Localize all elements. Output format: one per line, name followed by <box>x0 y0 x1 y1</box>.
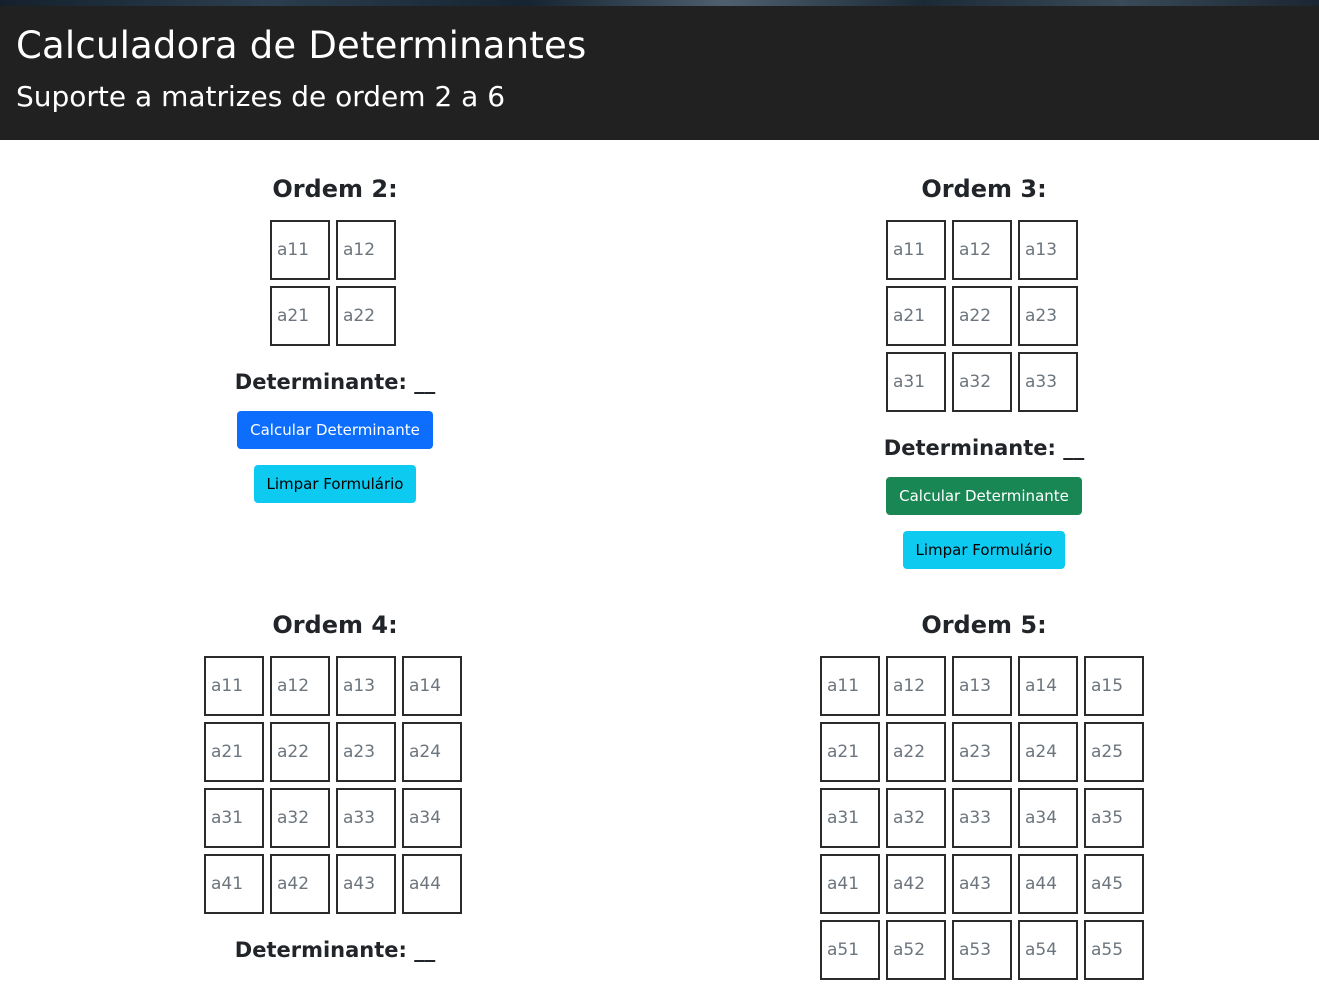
matrix-cell-input[interactable] <box>270 220 330 280</box>
order-2-panel: Ordem 2: Determinante: __ Calcular Deter… <box>5 172 665 503</box>
matrix-cell-input[interactable] <box>270 722 330 782</box>
matrix-cell-input[interactable] <box>1018 854 1078 914</box>
matrix-cell-input[interactable] <box>886 920 946 980</box>
order-3-panel: Ordem 3: Determinante: __ Calcular Deter… <box>654 172 1314 569</box>
matrix-cell-input[interactable] <box>1018 220 1078 280</box>
order-4-title: Ordem 4: <box>272 611 398 639</box>
matrix-cell-input[interactable] <box>402 788 462 848</box>
matrix-cell-input[interactable] <box>886 722 946 782</box>
matrix-cell-input[interactable] <box>402 854 462 914</box>
matrix-cell-input[interactable] <box>886 656 946 716</box>
order-5-title: Ordem 5: <box>921 611 1047 639</box>
matrix-cell-input[interactable] <box>204 788 264 848</box>
matrix-cell-input[interactable] <box>336 286 396 346</box>
matrix-cell-input[interactable] <box>820 722 880 782</box>
order-2-title: Ordem 2: <box>272 175 398 203</box>
order-3-determinant: Determinante: __ <box>883 436 1085 460</box>
matrix-cell-input[interactable] <box>402 656 462 716</box>
matrix-cell-input[interactable] <box>886 788 946 848</box>
matrix-cell-input[interactable] <box>952 286 1012 346</box>
matrix-cell-input[interactable] <box>336 722 396 782</box>
matrix-cell-input[interactable] <box>886 286 946 346</box>
matrix-cell-input[interactable] <box>1018 286 1078 346</box>
matrix-cell-input[interactable] <box>270 788 330 848</box>
order-3-clear-button[interactable]: Limpar Formulário <box>902 531 1066 569</box>
matrix-cell-input[interactable] <box>952 722 1012 782</box>
matrix-cell-input[interactable] <box>952 656 1012 716</box>
matrix-cell-input[interactable] <box>336 656 396 716</box>
matrix-cell-input[interactable] <box>336 788 396 848</box>
matrix-cell-input[interactable] <box>270 656 330 716</box>
matrix-cell-input[interactable] <box>1084 722 1144 782</box>
order-5-panel: Ordem 5: <box>654 608 1314 984</box>
matrix-cell-input[interactable] <box>270 286 330 346</box>
matrix-cell-input[interactable] <box>1018 788 1078 848</box>
matrix-cell-input[interactable] <box>952 854 1012 914</box>
matrix-cell-input[interactable] <box>204 656 264 716</box>
header-background-image <box>0 0 1319 6</box>
matrix-cell-input[interactable] <box>886 220 946 280</box>
order-3-calculate-button[interactable]: Calcular Determinante <box>886 477 1082 515</box>
order-4-matrix <box>204 656 466 918</box>
matrix-cell-input[interactable] <box>204 854 264 914</box>
order-4-panel: Ordem 4: Determinante: __ <box>5 608 665 964</box>
matrix-cell-input[interactable] <box>820 656 880 716</box>
order-4-determinant: Determinante: __ <box>234 938 436 962</box>
matrix-cell-input[interactable] <box>1018 352 1078 412</box>
matrix-cell-input[interactable] <box>336 854 396 914</box>
matrix-cell-input[interactable] <box>952 352 1012 412</box>
matrix-cell-input[interactable] <box>336 220 396 280</box>
matrix-cell-input[interactable] <box>1084 788 1144 848</box>
matrix-cell-input[interactable] <box>820 788 880 848</box>
matrix-cell-input[interactable] <box>270 854 330 914</box>
order-5-matrix <box>820 656 1148 984</box>
matrix-cell-input[interactable] <box>1084 854 1144 914</box>
matrix-cell-input[interactable] <box>1084 920 1144 980</box>
matrix-cell-input[interactable] <box>204 722 264 782</box>
matrix-cell-input[interactable] <box>952 788 1012 848</box>
matrix-cell-input[interactable] <box>1018 656 1078 716</box>
order-2-clear-button[interactable]: Limpar Formulário <box>253 465 417 503</box>
matrix-cell-input[interactable] <box>820 920 880 980</box>
matrix-cell-input[interactable] <box>1018 920 1078 980</box>
page-header: Calculadora de Determinantes Suporte a m… <box>0 0 1319 140</box>
matrix-cell-input[interactable] <box>952 920 1012 980</box>
order-3-title: Ordem 3: <box>921 175 1047 203</box>
order-3-matrix <box>886 220 1082 416</box>
matrix-cell-input[interactable] <box>1084 656 1144 716</box>
page-title: Calculadora de Determinantes <box>16 24 587 67</box>
matrix-cell-input[interactable] <box>952 220 1012 280</box>
matrix-cell-input[interactable] <box>886 352 946 412</box>
order-2-determinant: Determinante: __ <box>234 370 436 394</box>
order-2-calculate-button[interactable]: Calcular Determinante <box>237 411 433 449</box>
page-subtitle: Suporte a matrizes de ordem 2 a 6 <box>16 80 506 113</box>
matrix-cell-input[interactable] <box>886 854 946 914</box>
matrix-cell-input[interactable] <box>402 722 462 782</box>
order-2-matrix <box>270 220 400 350</box>
matrix-cell-input[interactable] <box>820 854 880 914</box>
matrix-cell-input[interactable] <box>1018 722 1078 782</box>
